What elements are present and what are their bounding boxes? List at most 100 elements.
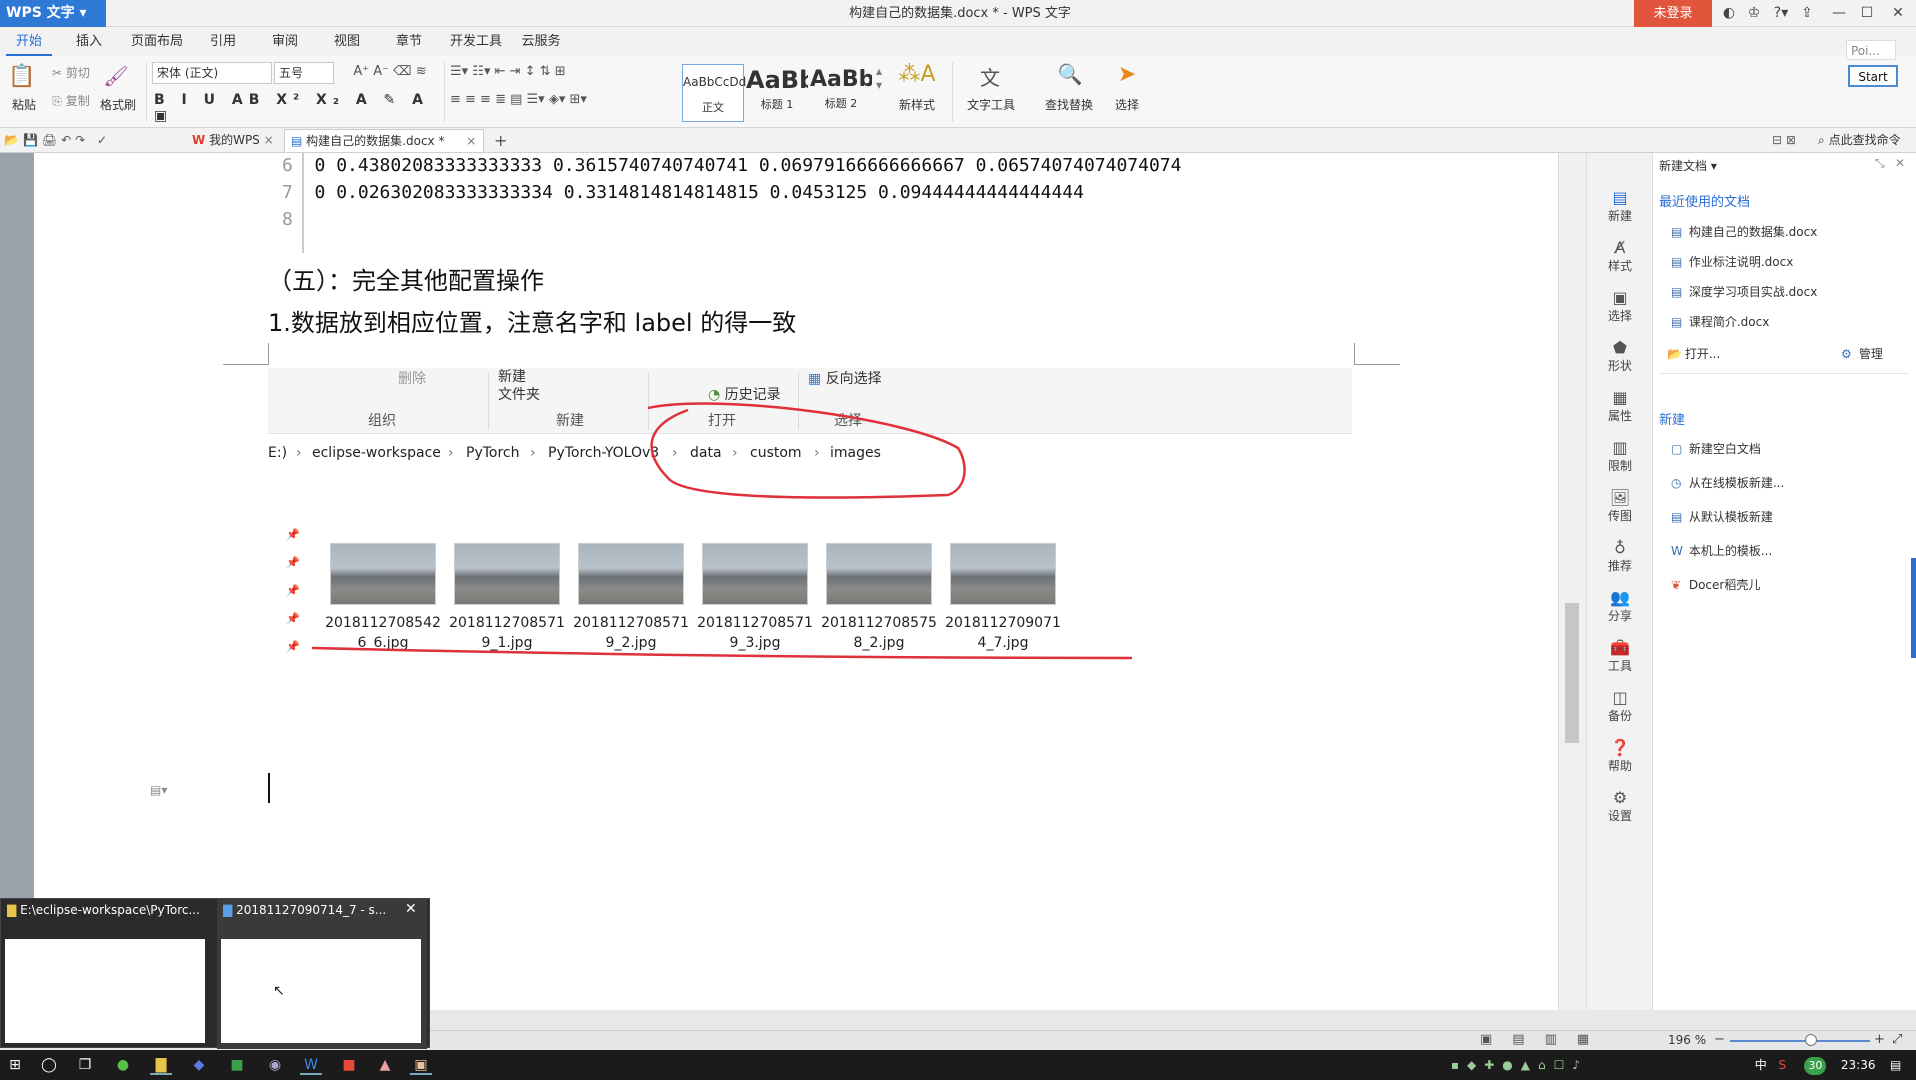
- panel-scroll-indicator[interactable]: [1911, 558, 1916, 658]
- window-preview[interactable]: ▇ E:\eclipse-workspace\PyTorc...: [1, 899, 211, 1049]
- rail-restrict[interactable]: ▥ 限制: [1587, 439, 1653, 474]
- find-replace-button[interactable]: 查找替换: [1036, 96, 1102, 113]
- start-button[interactable]: Start: [1848, 65, 1898, 87]
- text-tools-icon[interactable]: 文: [970, 62, 1010, 91]
- close-preview-icon[interactable]: ✕: [405, 901, 417, 917]
- toolbar-icons[interactable]: ⊟ ⊠: [1766, 129, 1796, 152]
- sogou-icon[interactable]: S: [1779, 1050, 1801, 1080]
- login-button[interactable]: 未登录: [1634, 0, 1712, 27]
- quick-access-toolbar[interactable]: 📂💾🖨↶↷ ✓: [0, 129, 150, 152]
- vertical-scrollbar[interactable]: [1558, 153, 1586, 1010]
- security-badge[interactable]: 30: [1804, 1057, 1827, 1075]
- tab-chapter[interactable]: 章节: [386, 27, 432, 56]
- style-normal[interactable]: AaBbCcDd 正文: [682, 64, 746, 122]
- text-tools-button[interactable]: 文字工具: [956, 96, 1026, 113]
- app-icon[interactable]: ◉: [264, 1055, 286, 1075]
- close-icon[interactable]: ✕: [1884, 0, 1912, 27]
- rail-recommend[interactable]: ♁ 推荐: [1587, 539, 1653, 574]
- panel-title[interactable]: 新建文档 ▾: [1659, 157, 1717, 174]
- styles-scroll[interactable]: ▴ ▾: [874, 64, 884, 92]
- app-icon-green[interactable]: ●: [112, 1055, 134, 1075]
- tab-view[interactable]: 视图: [324, 27, 370, 56]
- paste-options-icon[interactable]: ▤▾: [150, 783, 167, 797]
- app-icon-pink[interactable]: ▲: [374, 1055, 396, 1075]
- zoom-out-icon[interactable]: −: [1714, 1032, 1725, 1047]
- rail-select[interactable]: ▣ 选择: [1587, 289, 1653, 324]
- rail-help[interactable]: ❓ 帮助: [1587, 739, 1653, 774]
- image-viewer-icon[interactable]: ▣: [410, 1055, 432, 1075]
- recent-doc-item[interactable]: ▤ 深度学习项目实战.docx: [1671, 283, 1817, 300]
- open-file-button[interactable]: 📂 打开...: [1667, 345, 1720, 362]
- list-buttons[interactable]: ☰▾ ☷▾ ⇤ ⇥ ↕ ⇅ ⊞: [450, 64, 676, 79]
- find-replace-icon[interactable]: 🔍: [1052, 62, 1088, 86]
- upload-icon[interactable]: ⇪: [1794, 0, 1820, 27]
- new-style-icon[interactable]: ⁂A: [894, 62, 940, 87]
- rail-properties[interactable]: ▦ 属性: [1587, 389, 1653, 424]
- window-preview[interactable]: ▇ 20181127090714_7 - s... ✕ ↖: [217, 899, 427, 1049]
- view-mode-buttons[interactable]: ▣▤▥▦: [1480, 1032, 1640, 1047]
- new-tab-icon[interactable]: +: [488, 129, 508, 152]
- recent-doc-item[interactable]: ▤ 作业标注说明.docx: [1671, 253, 1793, 270]
- recent-doc-item[interactable]: ▤ 课程简介.docx: [1671, 313, 1769, 330]
- font-format-buttons[interactable]: B I U AB X² X₂ A ✎ A ▣: [154, 92, 454, 124]
- rail-new[interactable]: ▤ 新建: [1587, 189, 1653, 224]
- panel-close-icon[interactable]: ✕: [1895, 156, 1905, 170]
- select-cursor-icon[interactable]: ➤: [1112, 62, 1142, 87]
- cut-button[interactable]: ✂ 剪切: [48, 64, 94, 81]
- pycharm-icon[interactable]: ■: [226, 1055, 248, 1075]
- zoom-slider[interactable]: [1730, 1040, 1870, 1042]
- minimize-icon[interactable]: —: [1826, 0, 1852, 27]
- help-icon[interactable]: ?▾: [1768, 0, 1794, 27]
- format-painter-button[interactable]: 格式刷: [98, 96, 138, 113]
- close-tab-icon[interactable]: ×: [264, 133, 274, 147]
- app-menu-button[interactable]: WPS 文字 ▾: [0, 0, 106, 27]
- select-button[interactable]: 选择: [1104, 96, 1150, 113]
- visual-studio-icon[interactable]: ◆: [188, 1055, 210, 1075]
- align-buttons[interactable]: ≡ ≡ ≡ ≣ ▤ ☰▾ ◈▾ ⊞▾: [450, 92, 676, 107]
- fit-window-icon[interactable]: ⤢: [1892, 1032, 1902, 1047]
- tab-review[interactable]: 审阅: [262, 27, 308, 56]
- panel-pin-icon[interactable]: ⤡: [1875, 156, 1885, 171]
- zoom-slider-thumb[interactable]: [1805, 1034, 1817, 1046]
- tab-references[interactable]: 引用: [200, 27, 246, 56]
- notification-icon[interactable]: ▤: [1890, 1050, 1916, 1080]
- paste-button[interactable]: 粘贴: [4, 96, 44, 113]
- copy-button[interactable]: ⎘ 复制: [48, 92, 94, 109]
- tab-insert[interactable]: 插入: [66, 27, 112, 56]
- tray-icons[interactable]: ▪◆✚●▲⌂☐♪: [1451, 1050, 1751, 1080]
- tab-mywps[interactable]: W 我的WPS ×: [186, 129, 282, 152]
- docer[interactable]: ❦ Docer稻壳儿: [1671, 576, 1760, 593]
- format-painter-icon[interactable]: 🖌: [102, 64, 130, 88]
- side-input[interactable]: Poi...: [1846, 40, 1896, 60]
- manage-button[interactable]: ⚙ 管理: [1841, 345, 1883, 362]
- style-heading-1[interactable]: AaBb 标题 1: [746, 64, 808, 122]
- app-icon-red[interactable]: ■: [338, 1055, 360, 1075]
- wps-writer-icon[interactable]: W: [300, 1055, 322, 1075]
- rail-upload-image[interactable]: 🖼 传图: [1587, 489, 1653, 524]
- document-page[interactable]: 6 0 0.43802083333333333 0.36157407407407…: [34, 153, 1588, 1010]
- font-name-select[interactable]: 宋体 (正文): [152, 62, 272, 84]
- scrollbar-thumb[interactable]: [1565, 603, 1579, 743]
- zoom-in-icon[interactable]: +: [1874, 1032, 1885, 1047]
- clock[interactable]: 23:36: [1830, 1050, 1886, 1080]
- new-style-button[interactable]: 新样式: [888, 96, 946, 113]
- new-blank-doc[interactable]: ▢ 新建空白文档: [1671, 440, 1761, 457]
- rail-tools[interactable]: 🧰 工具: [1587, 639, 1653, 674]
- style-heading-2[interactable]: AaBb( 标题 2: [810, 64, 872, 122]
- close-tab-icon[interactable]: ×: [466, 134, 476, 148]
- tab-home[interactable]: 开始: [6, 27, 52, 56]
- tab-developer[interactable]: 开发工具: [444, 27, 508, 56]
- font-size-select[interactable]: 五号: [274, 62, 334, 84]
- file-explorer-icon[interactable]: ▇: [150, 1055, 172, 1075]
- skin-icon[interactable]: ◐: [1718, 0, 1740, 27]
- rail-settings[interactable]: ⚙ 设置: [1587, 789, 1653, 824]
- windows-start-icon[interactable]: ⊞: [4, 1055, 26, 1075]
- new-from-online-template[interactable]: ◷ 从在线模板新建...: [1671, 474, 1784, 491]
- local-templates[interactable]: W 本机上的模板...: [1671, 542, 1772, 559]
- shirt-icon[interactable]: ♔: [1742, 0, 1766, 27]
- cortana-icon[interactable]: ◯: [38, 1055, 60, 1075]
- paste-icon[interactable]: 📋: [6, 64, 38, 89]
- tab-document[interactable]: ▤ 构建自己的数据集.docx * ×: [284, 129, 484, 152]
- tab-cloud[interactable]: 云服务: [518, 27, 564, 56]
- rail-share[interactable]: 👥 分享: [1587, 589, 1653, 624]
